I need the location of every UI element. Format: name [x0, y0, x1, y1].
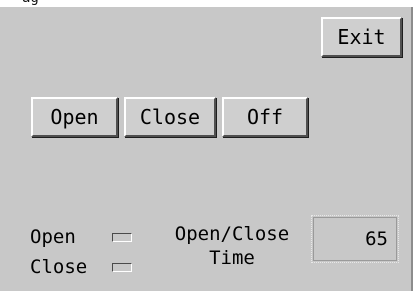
close-indicator-lamp — [112, 263, 132, 272]
open-indicator-lamp — [112, 233, 132, 242]
open-close-time-value: 65 — [365, 228, 388, 250]
open-close-time-value-field[interactable]: 65 — [311, 215, 399, 263]
open-indicator-label: Open — [30, 226, 76, 248]
exit-button[interactable]: Exit — [321, 17, 402, 57]
control-panel: Exit Open Close Off Open Close Open/Clos… — [0, 7, 413, 291]
close-button[interactable]: Close — [124, 97, 216, 137]
open-close-time-caption: Open/Close Time — [163, 222, 301, 270]
time-caption-line2: Time — [209, 247, 255, 269]
title-strip: ag — [0, 0, 415, 7]
time-caption-line1: Open/Close — [174, 223, 290, 245]
close-indicator-label: Close — [30, 256, 88, 278]
title-fragment: ag — [22, 0, 39, 5]
open-button[interactable]: Open — [31, 97, 118, 137]
off-button[interactable]: Off — [222, 97, 308, 137]
